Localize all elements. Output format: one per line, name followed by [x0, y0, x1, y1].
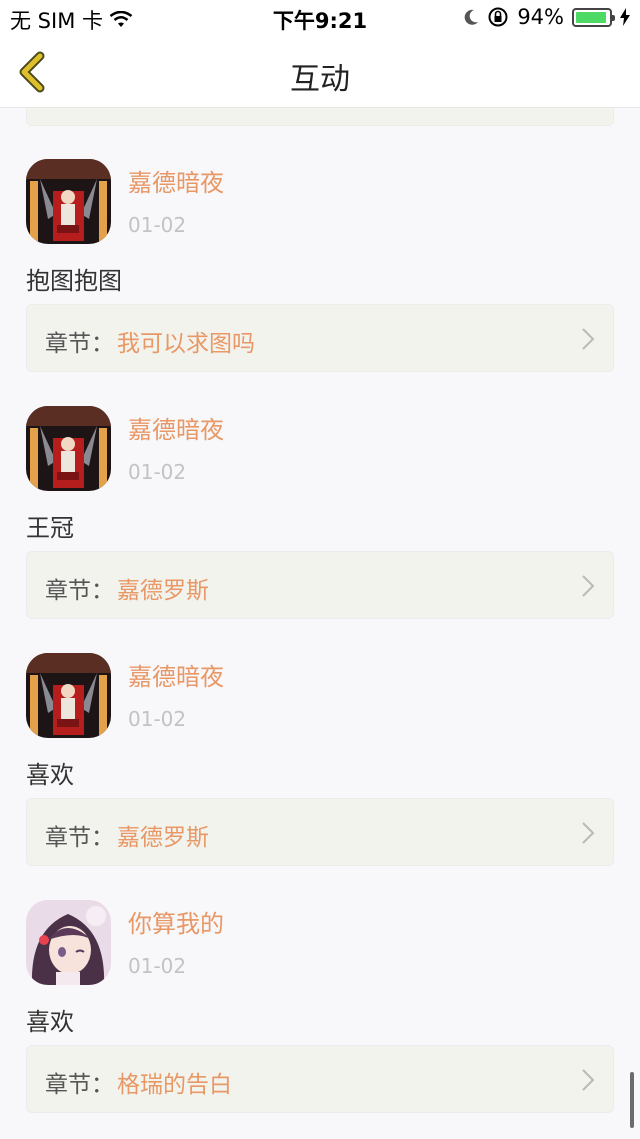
chapter-card[interactable]: 章节： 格瑞的告白: [26, 1045, 614, 1113]
username[interactable]: 嘉德暗夜: [128, 657, 224, 692]
chapter-title: 我可以求图吗: [117, 331, 255, 357]
throne-avatar-image: [26, 653, 111, 738]
status-bar: 无 SIM 卡 下午9:21 94%: [0, 0, 640, 36]
chevron-right-icon: [582, 328, 595, 350]
chapter-title: 格瑞的告白: [117, 1072, 232, 1098]
chevron-right-icon: [582, 1069, 595, 1091]
chapter-label: 章节：: [45, 331, 114, 357]
scrollbar[interactable]: [630, 1072, 634, 1128]
chapter-label: 章节：: [45, 1072, 114, 1098]
avatar[interactable]: [26, 653, 111, 738]
comment-date: 01-02: [128, 213, 187, 237]
username[interactable]: 嘉德暗夜: [128, 163, 224, 198]
interaction-list[interactable]: 嘉德暗夜 01-02 抱图抱图 章节： 我可以求图吗 嘉德暗夜 01-02 王冠…: [0, 108, 640, 1139]
nav-bar: 互动: [0, 36, 640, 108]
comment-date: 01-02: [128, 954, 187, 978]
comment-text: 喜欢: [26, 761, 74, 789]
chapter-card[interactable]: 章节： 嘉德罗斯: [26, 551, 614, 619]
list-item: 嘉德暗夜 01-02 抱图抱图 章节： 我可以求图吗: [0, 159, 640, 406]
rotation-lock-icon: [488, 7, 508, 27]
avatar[interactable]: [26, 159, 111, 244]
status-right: 94%: [463, 5, 630, 29]
username[interactable]: 你算我的: [128, 904, 224, 939]
previous-chapter-card[interactable]: [26, 108, 614, 126]
avatar[interactable]: [26, 900, 111, 985]
chapter-card[interactable]: 章节： 我可以求图吗: [26, 304, 614, 372]
page-title: 互动: [290, 62, 350, 97]
girl-avatar-image: [26, 900, 111, 985]
chapter-card[interactable]: 章节： 嘉德罗斯: [26, 798, 614, 866]
battery-percent: 94%: [517, 5, 564, 29]
battery-icon: [572, 7, 615, 27]
comment-text: 王冠: [26, 514, 74, 542]
comment-text: 喜欢: [26, 1008, 74, 1036]
chapter-label: 章节：: [45, 578, 114, 604]
moon-icon: [464, 9, 479, 25]
list-item: 嘉德暗夜 01-02 王冠 章节： 嘉德罗斯: [0, 406, 640, 653]
battery-level: [576, 11, 607, 23]
avatar[interactable]: [26, 406, 111, 491]
list-item: 你算我的 01-02 喜欢 章节： 格瑞的告白: [0, 900, 640, 1139]
chapter-title: 嘉德罗斯: [117, 578, 209, 604]
chevron-right-icon: [582, 822, 595, 844]
chevron-right-icon: [582, 575, 595, 597]
comment-text: 抱图抱图: [26, 267, 122, 295]
comment-date: 01-02: [128, 460, 187, 484]
throne-avatar-image: [26, 406, 111, 491]
comment-date: 01-02: [128, 707, 187, 731]
list-item: 嘉德暗夜 01-02 喜欢 章节： 嘉德罗斯: [0, 653, 640, 900]
chapter-label: 章节：: [45, 825, 114, 851]
username[interactable]: 嘉德暗夜: [128, 410, 224, 445]
chapter-title: 嘉德罗斯: [117, 825, 209, 851]
throne-avatar-image: [26, 159, 111, 244]
charging-icon: [620, 8, 630, 26]
